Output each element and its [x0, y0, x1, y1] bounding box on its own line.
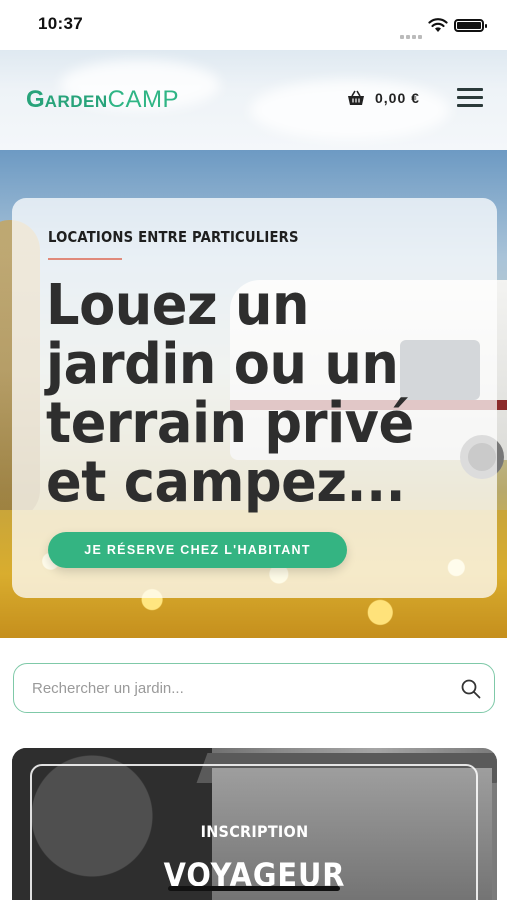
hero-headline: Louez un jardin ou un terrain privé et c…: [46, 273, 414, 515]
status-time: 10:37: [38, 14, 83, 33]
hero-section: LOCATIONS ENTRE PARTICULIERS Louez un ja…: [0, 150, 507, 638]
search-box: [13, 663, 495, 713]
basket-icon: [348, 90, 364, 105]
cellular-signal-icon: [400, 26, 424, 44]
logo-garden-text: ARDEN: [44, 92, 108, 111]
wifi-icon: [428, 18, 448, 32]
hamburger-menu-icon[interactable]: [457, 88, 483, 108]
hero-eyebrow: LOCATIONS ENTRE PARTICULIERS: [48, 228, 299, 246]
site-header: G ARDEN CAMP 0,00 €: [0, 50, 507, 150]
cart-button[interactable]: 0,00 €: [347, 90, 420, 106]
cart-total: 0,00 €: [375, 90, 420, 106]
status-bar: 10:37: [0, 0, 507, 50]
battery-icon: [454, 19, 487, 32]
promo-kicker: INSCRIPTION: [200, 822, 309, 841]
logo-initial: G: [26, 86, 45, 113]
search-input[interactable]: [32, 676, 432, 700]
hero-card: LOCATIONS ENTRE PARTICULIERS Louez un ja…: [12, 198, 497, 598]
eyebrow-divider: [48, 258, 122, 260]
home-indicator[interactable]: [168, 886, 340, 891]
logo-camp-text: CAMP: [107, 86, 179, 113]
gardencamp-logo[interactable]: G ARDEN CAMP: [26, 86, 179, 114]
traveler-signup-card[interactable]: INSCRIPTION VOYAGEUR: [12, 748, 497, 900]
search-icon[interactable]: [460, 678, 482, 700]
book-with-host-button[interactable]: JE RÉSERVE CHEZ L'HABITANT: [48, 532, 347, 568]
